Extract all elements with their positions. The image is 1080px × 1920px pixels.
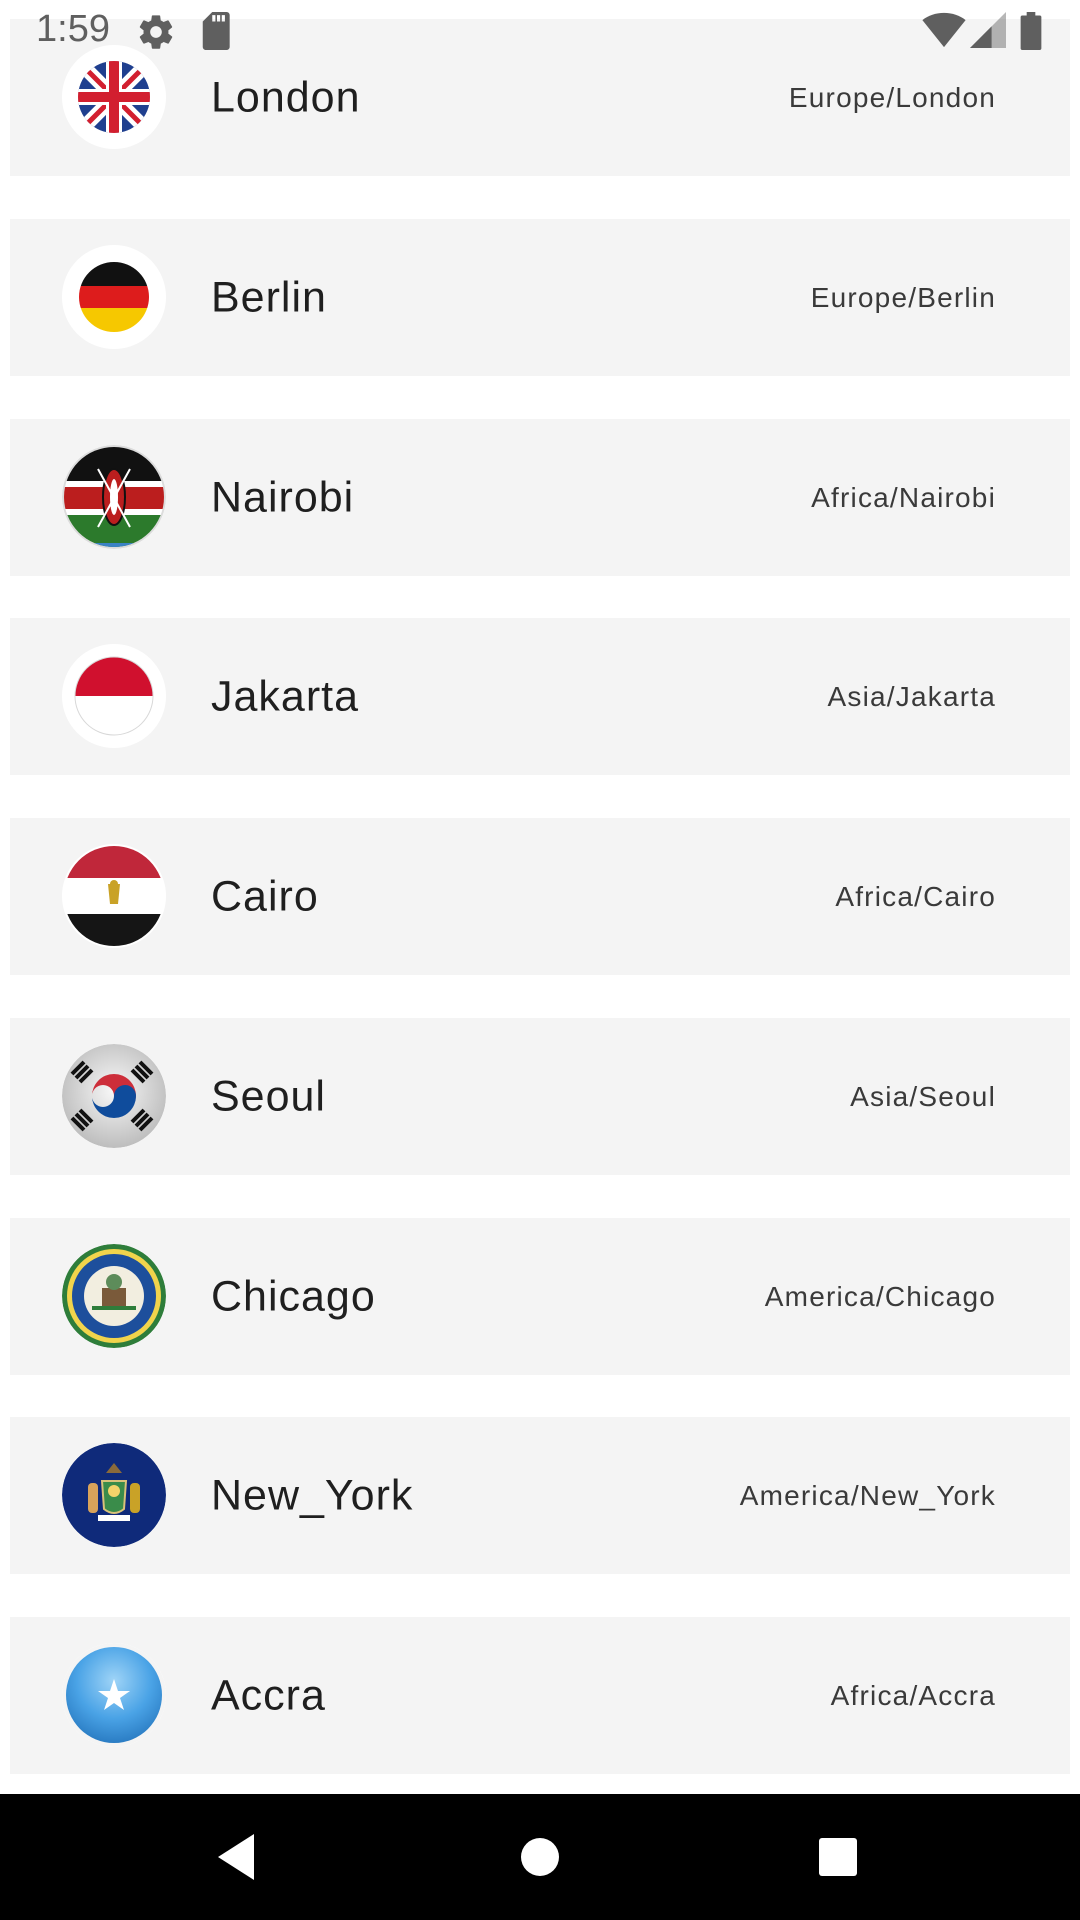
sd-card-icon [200, 12, 234, 55]
status-bar: 1:59 [0, 0, 1080, 64]
indonesia-flag-icon [62, 644, 166, 748]
germany-flag-icon [62, 245, 166, 349]
city-timezone: Europe/Berlin [810, 281, 996, 313]
city-timezone: Asia/Seoul [850, 1080, 996, 1112]
wifi-icon [922, 12, 966, 53]
city-timezone: Africa/Accra [830, 1679, 996, 1711]
egypt-flag-icon [62, 844, 166, 948]
recents-icon[interactable] [805, 1824, 871, 1890]
city-card-new-york[interactable]: New_York America/New_York [10, 1417, 1070, 1574]
city-name: Jakarta [211, 672, 360, 720]
south-korea-flag-icon [62, 1044, 166, 1148]
city-card-berlin[interactable]: Berlin Europe/Berlin [10, 219, 1070, 376]
screen: 1:59 London Europe/London Berlin Europe/… [0, 0, 1080, 1920]
city-card-accra[interactable]: Accra Africa/Accra [10, 1617, 1070, 1774]
battery-icon [1020, 12, 1042, 55]
city-card-seoul[interactable]: Seoul Asia/Seoul [10, 1018, 1070, 1175]
city-timezone: America/Chicago [764, 1280, 996, 1312]
signal-icon [970, 12, 1006, 53]
city-card-chicago[interactable]: Chicago America/Chicago [10, 1218, 1070, 1375]
city-name: Berlin [211, 273, 327, 321]
city-card-nairobi[interactable]: Nairobi Africa/Nairobi [10, 419, 1070, 576]
city-card-jakarta[interactable]: Jakarta Asia/Jakarta [10, 618, 1070, 775]
city-name: Chicago [211, 1272, 376, 1320]
city-card-cairo[interactable]: Cairo Africa/Cairo [10, 818, 1070, 975]
status-time: 1:59 [36, 8, 110, 50]
kenya-flag-icon [62, 445, 166, 549]
navigation-bar [0, 1794, 1080, 1920]
city-name: Seoul [211, 1072, 326, 1120]
chicago-seal-icon [62, 1244, 166, 1348]
home-icon[interactable] [507, 1824, 573, 1890]
city-timezone: America/New_York [739, 1479, 996, 1511]
city-name: Accra [211, 1671, 326, 1719]
city-name: Cairo [211, 872, 319, 920]
city-name: Nairobi [211, 473, 355, 521]
city-timezone: Asia/Jakarta [827, 680, 996, 712]
city-timezone: Africa/Cairo [835, 880, 996, 912]
city-timezone: Africa/Nairobi [811, 481, 996, 513]
star-flag-icon [62, 1643, 166, 1747]
city-name: New_York [211, 1471, 414, 1519]
city-name: London [211, 73, 361, 121]
back-icon[interactable] [206, 1824, 272, 1890]
new-york-seal-icon [62, 1443, 166, 1547]
city-timezone: Europe/London [788, 81, 996, 113]
gear-icon [136, 12, 176, 57]
